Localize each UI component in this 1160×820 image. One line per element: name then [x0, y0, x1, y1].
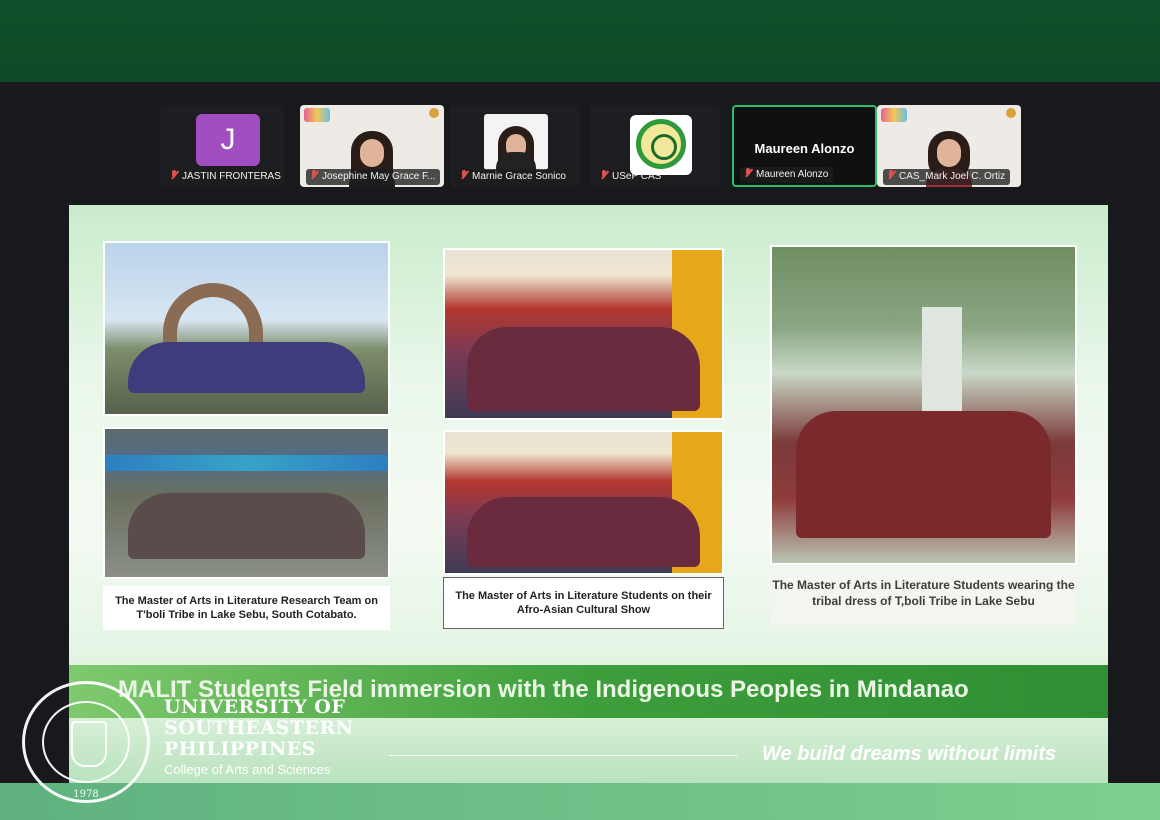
mic-off-icon — [170, 170, 178, 180]
madas-logo-icon — [881, 108, 907, 122]
caption-cultural-show: The Master of Arts in Literature Student… — [443, 577, 724, 629]
participant-tile-josephine[interactable]: Josephine May Grace F... — [300, 105, 444, 187]
participant-tile-mark-joel[interactable]: CAS_Mark Joel C. Ortiz — [877, 105, 1021, 187]
mic-off-icon — [310, 170, 318, 180]
footer-band — [0, 783, 1160, 820]
photo-tribal-dress — [770, 245, 1077, 565]
photo-cultural-show-2 — [443, 430, 724, 575]
university-name-line1: UNIVERSITY OF — [164, 696, 346, 718]
photo-cultural-show-1 — [443, 248, 724, 420]
avatar: J — [196, 114, 260, 166]
participant-tile-marnie[interactable]: Marnie Grace Sonico — [450, 105, 580, 187]
mic-off-icon — [744, 168, 752, 178]
participant-tile-maureen[interactable]: Maureen Alonzo Maureen Alonzo — [732, 105, 877, 187]
caption-tribal-dress: The Master of Arts in Literature Student… — [770, 569, 1077, 625]
participant-label: Maureen Alonzo — [740, 167, 834, 183]
caption-research-team: The Master of Arts in Literature Researc… — [103, 586, 390, 630]
photo-research-team-tents — [103, 427, 390, 579]
tagline: We build dreams without limits — [762, 743, 1057, 765]
university-name-line3: PHILIPPINES — [164, 738, 316, 760]
madas-logo-icon — [304, 108, 330, 122]
participant-label: Marnie Grace Sonico — [456, 169, 571, 185]
participant-label: CAS_Mark Joel C. Ortiz — [883, 169, 1011, 185]
divider — [389, 755, 737, 756]
college-name: College of Arts and Sciences — [164, 762, 331, 777]
participant-photo — [484, 114, 548, 170]
participant-label: JASTIN FRONTERAS — [166, 169, 284, 185]
mic-off-icon — [887, 170, 895, 180]
badge-icon — [429, 108, 439, 118]
top-band — [0, 0, 1160, 82]
participant-display-name: Maureen Alonzo — [754, 141, 855, 156]
photo-tboli-research-team — [103, 241, 390, 416]
university-name-line2: SOUTHEASTERN — [164, 717, 354, 739]
university-seal-icon: 1978 — [22, 681, 150, 803]
participant-label: Josephine May Grace F... — [306, 169, 441, 185]
mic-off-icon — [460, 170, 468, 180]
mic-off-icon — [600, 170, 608, 180]
badge-icon — [1006, 108, 1016, 118]
seal-year: 1978 — [73, 789, 99, 800]
usep-cas-logo-icon — [630, 115, 692, 175]
